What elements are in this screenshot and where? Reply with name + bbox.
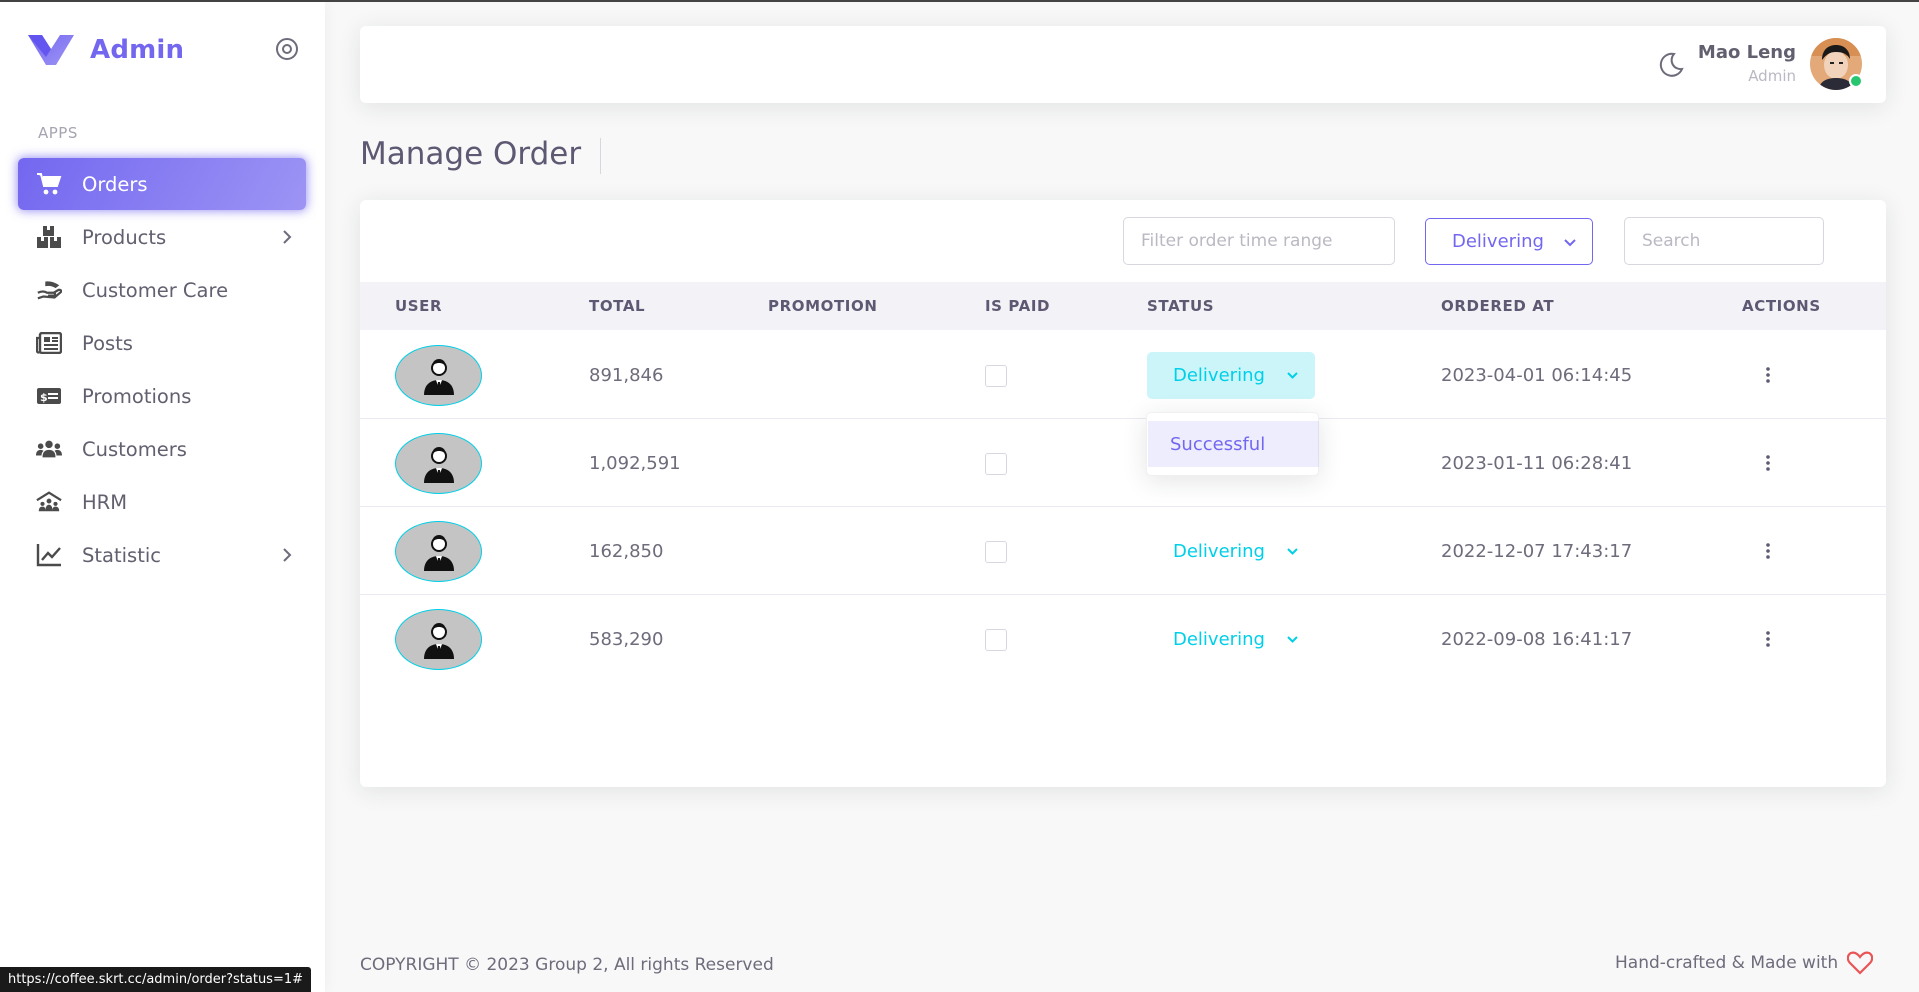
newspaper-icon bbox=[36, 330, 62, 356]
order-total: 1,092,591 bbox=[589, 453, 681, 474]
status-filter-select[interactable]: Delivering bbox=[1425, 218, 1593, 265]
column-header-total[interactable]: TOTAL bbox=[589, 297, 645, 315]
order-total: 583,290 bbox=[589, 629, 664, 650]
sidebar-item-hrm[interactable]: HRM bbox=[18, 476, 306, 528]
heart-icon bbox=[1847, 951, 1874, 975]
svg-text:$: $ bbox=[40, 391, 48, 404]
users-icon bbox=[36, 436, 62, 462]
footer-copyright: COPYRIGHT © 2023 Group 2, All rights Res… bbox=[360, 955, 774, 975]
more-vertical-icon[interactable] bbox=[1758, 453, 1778, 473]
sidebar-item-label: Customer Care bbox=[82, 278, 229, 302]
sidebar-item-statistic[interactable]: Statistic bbox=[18, 529, 306, 581]
page-title: Manage Order bbox=[360, 136, 582, 172]
order-ordered-at: 2022-09-08 16:41:17 bbox=[1441, 629, 1633, 650]
sidebar-item-customer-care[interactable]: Customer Care bbox=[18, 264, 306, 316]
sidebar-section-label: APPS bbox=[38, 124, 78, 142]
chevron-right-icon bbox=[283, 230, 292, 244]
table-row: 891,846 Delivering 2023-04-01 06:14:45 bbox=[360, 331, 1886, 419]
sidebar-item-label: HRM bbox=[82, 490, 128, 514]
chevron-right-icon bbox=[283, 548, 292, 562]
column-header-promotion[interactable]: PROMOTION bbox=[768, 297, 878, 315]
time-range-filter-input[interactable] bbox=[1123, 217, 1395, 265]
online-status-dot bbox=[1849, 74, 1863, 88]
more-vertical-icon[interactable] bbox=[1758, 365, 1778, 385]
hand-icon bbox=[36, 277, 62, 303]
chevron-down-icon bbox=[1287, 372, 1298, 379]
chevron-down-icon bbox=[1564, 239, 1576, 247]
status-filter-value: Delivering bbox=[1452, 231, 1544, 252]
sidebar: Admin APPS Orders Products Customer Care bbox=[0, 2, 325, 992]
column-header-is-paid[interactable]: IS PAID bbox=[985, 297, 1050, 315]
sidebar-item-promotions[interactable]: $ Promotions bbox=[18, 370, 306, 422]
sidebar-item-orders[interactable]: Orders bbox=[18, 158, 306, 210]
order-ordered-at: 2023-01-11 06:28:41 bbox=[1441, 453, 1633, 474]
sidebar-menu: Orders Products Customer Care Posts $ Pr… bbox=[18, 158, 306, 582]
table-row: 1,092,591 2023-01-11 06:28:41 bbox=[360, 419, 1886, 507]
brand-name: Admin bbox=[90, 35, 185, 65]
user-name: Mao Leng bbox=[1697, 42, 1796, 63]
user-avatar-icon[interactable] bbox=[395, 345, 482, 406]
status-dropdown-menu: Successful bbox=[1146, 412, 1319, 476]
status-option-successful[interactable]: Successful bbox=[1148, 421, 1319, 467]
order-status-value: Delivering bbox=[1173, 365, 1265, 386]
sidebar-item-label: Statistic bbox=[82, 543, 161, 567]
sidebar-item-label: Posts bbox=[82, 331, 133, 355]
footer-credit-text: Hand-crafted & Made with bbox=[1615, 953, 1839, 973]
user-role: Admin bbox=[1748, 67, 1796, 85]
order-ordered-at: 2022-12-07 17:43:17 bbox=[1441, 541, 1633, 562]
chevron-down-icon bbox=[1287, 548, 1298, 555]
sidebar-item-products[interactable]: Products bbox=[18, 211, 306, 263]
is-paid-checkbox[interactable] bbox=[985, 629, 1007, 651]
user-avatar-icon[interactable] bbox=[395, 521, 482, 582]
more-vertical-icon[interactable] bbox=[1758, 629, 1778, 649]
brand[interactable]: Admin bbox=[28, 32, 184, 68]
user-avatar-icon[interactable] bbox=[395, 433, 482, 494]
title-divider bbox=[600, 138, 601, 174]
top-navbar: Mao Leng Admin bbox=[360, 26, 1886, 103]
chart-line-icon bbox=[36, 542, 62, 568]
sidebar-item-customers[interactable]: Customers bbox=[18, 423, 306, 475]
footer-credit: Hand-crafted & Made with bbox=[1615, 951, 1874, 975]
user-info[interactable]: Mao Leng Admin bbox=[1698, 42, 1796, 85]
sidebar-item-label: Products bbox=[82, 225, 167, 249]
cart-icon bbox=[36, 171, 62, 197]
is-paid-checkbox[interactable] bbox=[985, 453, 1007, 475]
money-bill-icon: $ bbox=[36, 383, 62, 409]
is-paid-checkbox[interactable] bbox=[985, 365, 1007, 387]
order-status-value: Delivering bbox=[1173, 629, 1265, 650]
people-roof-icon bbox=[36, 489, 62, 515]
table-row: 583,290 Delivering 2022-09-08 16:41:17 bbox=[360, 595, 1886, 683]
column-header-user[interactable]: USER bbox=[395, 297, 442, 315]
order-status-dropdown[interactable]: Delivering bbox=[1147, 352, 1315, 399]
collapse-toggle-icon[interactable] bbox=[274, 36, 300, 62]
is-paid-checkbox[interactable] bbox=[985, 541, 1007, 563]
order-total: 891,846 bbox=[589, 365, 664, 386]
chevron-down-icon bbox=[1287, 636, 1298, 643]
column-header-status[interactable]: STATUS bbox=[1147, 297, 1214, 315]
boxes-icon bbox=[36, 224, 62, 250]
avatar[interactable] bbox=[1810, 38, 1863, 90]
table-row: 162,850 Delivering 2022-12-07 17:43:17 bbox=[360, 507, 1886, 595]
table-header: USER TOTAL PROMOTION IS PAID STATUS ORDE… bbox=[360, 282, 1886, 330]
search-input[interactable] bbox=[1624, 217, 1824, 265]
sidebar-item-posts[interactable]: Posts bbox=[18, 317, 306, 369]
more-vertical-icon[interactable] bbox=[1758, 541, 1778, 561]
order-ordered-at: 2023-04-01 06:14:45 bbox=[1441, 365, 1633, 386]
column-header-ordered-at[interactable]: ORDERED AT bbox=[1441, 297, 1554, 315]
sidebar-item-label: Orders bbox=[82, 172, 148, 196]
order-total: 162,850 bbox=[589, 541, 664, 562]
moon-icon[interactable] bbox=[1655, 50, 1685, 80]
sidebar-item-label: Customers bbox=[82, 437, 187, 461]
browser-status-url: https://coffee.skrt.cc/admin/order?statu… bbox=[0, 967, 312, 992]
user-avatar-icon[interactable] bbox=[395, 609, 482, 670]
order-status-dropdown[interactable]: Delivering bbox=[1147, 616, 1315, 663]
sidebar-item-label: Promotions bbox=[82, 384, 192, 408]
brand-logo-icon bbox=[28, 35, 74, 65]
order-status-dropdown[interactable]: Delivering bbox=[1147, 528, 1315, 575]
order-status-value: Delivering bbox=[1173, 541, 1265, 562]
column-header-actions: ACTIONS bbox=[1742, 297, 1821, 315]
orders-card: Delivering USER TOTAL PROMOTION IS PAID … bbox=[360, 200, 1886, 787]
